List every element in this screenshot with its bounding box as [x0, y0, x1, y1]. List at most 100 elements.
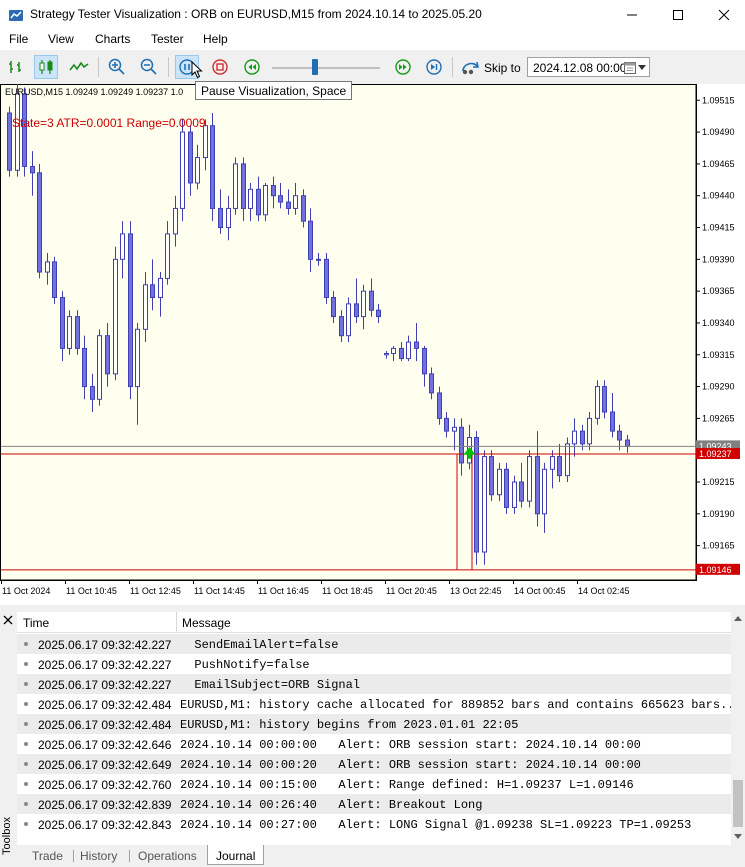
- candle-body: [97, 335, 102, 400]
- candle-body: [557, 456, 562, 477]
- journal-message: 2024.10.14 00:15:00 Alert: Range defined…: [180, 778, 634, 792]
- journal-row[interactable]: 2025.06.17 09:32:42.227 PushNotify=false: [17, 654, 732, 674]
- tab-trade[interactable]: Trade: [32, 845, 63, 865]
- tester-app-icon: [9, 10, 23, 21]
- candle-body: [527, 456, 532, 502]
- journal-row[interactable]: 2025.06.17 09:32:42.484 EURUSD,M1: histor…: [17, 714, 732, 734]
- candle-body: [278, 195, 283, 203]
- menu-view[interactable]: View: [48, 32, 74, 46]
- skip-to-button[interactable]: [458, 55, 484, 79]
- price-tag-label: 1.09237: [699, 449, 732, 459]
- calendar-icon: [624, 62, 636, 74]
- step-back-button[interactable]: [240, 55, 264, 79]
- zoom-out-button[interactable]: [137, 55, 161, 79]
- candle-body: [7, 112, 12, 171]
- price-tick-label: 1.09190: [702, 509, 735, 519]
- journal-time: 2025.06.17 09:32:42.484: [38, 698, 172, 712]
- journal-grid: Time Message 2025.06.17 09:32:42.227 Sen…: [17, 612, 732, 845]
- candle-body: [610, 411, 615, 432]
- fast-forward-icon: [395, 59, 411, 75]
- step-forward-button[interactable]: [391, 55, 415, 79]
- candle-body: [158, 277, 163, 299]
- log-entry-icon: [24, 702, 28, 706]
- candle-body: [346, 303, 351, 337]
- journal-message: EURUSD,M1: history cache allocated for 8…: [180, 698, 732, 712]
- price-chart[interactable]: 1.09515 1.09490 1.09465 1.09440 1.09415 1.093…: [0, 84, 745, 605]
- bar-chart-button[interactable]: [4, 55, 28, 79]
- price-tag-label: 1.09146: [699, 565, 732, 575]
- line-chart-button[interactable]: [67, 55, 91, 79]
- log-entry-icon: [24, 822, 28, 826]
- close-button[interactable]: [701, 0, 745, 30]
- column-header-message[interactable]: Message: [182, 616, 231, 630]
- candle-body: [248, 188, 253, 209]
- time-tick-label: 11 Oct 10:45: [66, 586, 117, 596]
- close-icon: [718, 9, 730, 21]
- journal-row[interactable]: 2025.06.17 09:32:42.227 SendEmailAlert=f…: [17, 634, 732, 654]
- journal-row[interactable]: 2025.06.17 09:32:42.227 EmailSubject=ORB…: [17, 674, 732, 694]
- candle-body: [535, 456, 540, 515]
- chart-canvas[interactable]: 1.09515 1.09490 1.09465 1.09440 1.09415 1.093…: [0, 84, 745, 605]
- scroll-down-icon[interactable]: [734, 834, 742, 839]
- time-tick-label: 14 Oct 02:45: [578, 586, 630, 596]
- window-title: Strategy Tester Visualization : ORB on E…: [30, 7, 482, 21]
- skip-to-end-button[interactable]: [422, 55, 446, 79]
- candlestick-chart-button[interactable]: [34, 55, 58, 79]
- skip-to-label: Skip to: [484, 61, 521, 75]
- speed-slider[interactable]: [272, 59, 380, 75]
- mouse-cursor-icon: [191, 61, 203, 79]
- stop-icon: [212, 59, 228, 75]
- line-chart-icon: [69, 61, 89, 71]
- stop-button[interactable]: [208, 55, 232, 79]
- journal-row[interactable]: 2025.06.17 09:32:42.649 2024.10.14 00:00:…: [17, 754, 732, 774]
- speed-slider-thumb[interactable]: [312, 59, 318, 75]
- menu-tester[interactable]: Tester: [151, 32, 184, 46]
- candle-body: [165, 233, 170, 279]
- menu-charts[interactable]: Charts: [95, 32, 130, 46]
- scroll-up-icon[interactable]: [734, 616, 742, 621]
- toolbar-separator: [452, 57, 453, 77]
- toolbox-sidebar: Toolbox: [0, 612, 16, 867]
- candle-body: [587, 417, 592, 445]
- menu-file[interactable]: File: [9, 32, 28, 46]
- close-icon[interactable]: [3, 615, 13, 625]
- journal-time: 2025.06.17 09:32:42.843: [38, 818, 172, 832]
- maximize-icon: [673, 10, 683, 20]
- journal-row[interactable]: 2025.06.17 09:32:42.760 2024.10.14 00:15:…: [17, 774, 732, 794]
- log-entry-icon: [24, 682, 28, 686]
- candle-body: [414, 341, 419, 349]
- candle-body: [128, 233, 133, 388]
- journal-row[interactable]: 2025.06.17 09:32:42.484 EURUSD,M1: histor…: [17, 694, 732, 714]
- candle-body: [512, 481, 517, 508]
- journal-message: EmailSubject=ORB Signal: [180, 678, 361, 692]
- candle-body: [263, 185, 268, 216]
- journal-row[interactable]: 2025.06.17 09:32:42.646 2024.10.14 00:00:…: [17, 734, 732, 754]
- candle-body: [233, 163, 238, 209]
- candle-body: [90, 386, 95, 400]
- price-tick-label: 1.09290: [702, 382, 735, 392]
- skip-date-picker[interactable]: 2024.12.08 00:00: [527, 57, 650, 77]
- candle-body: [369, 290, 374, 311]
- tab-history[interactable]: History: [80, 845, 117, 865]
- scrollbar-thumb[interactable]: [733, 780, 743, 827]
- column-header-time[interactable]: Time: [23, 616, 49, 630]
- journal-row[interactable]: 2025.06.17 09:32:42.839 2024.10.14 00:26:…: [17, 794, 732, 814]
- journal-time: 2025.06.17 09:32:42.646: [38, 738, 172, 752]
- column-separator[interactable]: [176, 612, 177, 632]
- tab-journal[interactable]: Journal: [207, 845, 265, 865]
- speed-slider-track: [272, 67, 380, 69]
- zoom-in-icon: [108, 58, 125, 75]
- candle-body: [37, 172, 42, 273]
- candle-body: [30, 165, 35, 174]
- zoom-in-button[interactable]: [105, 55, 129, 79]
- candle-body: [422, 347, 427, 375]
- menu-help[interactable]: Help: [203, 32, 228, 46]
- maximize-button[interactable]: [655, 0, 701, 30]
- minimize-button[interactable]: [609, 0, 655, 30]
- journal-row[interactable]: 2025.06.17 09:32:42.843 2024.10.14 00:27:…: [17, 814, 732, 834]
- tab-operations[interactable]: Operations: [138, 845, 197, 865]
- price-tick-label: 1.09440: [702, 191, 735, 201]
- title-bar: Strategy Tester Visualization : ORB on E…: [0, 0, 745, 30]
- journal-scrollbar[interactable]: [731, 612, 745, 845]
- candle-body: [113, 258, 118, 375]
